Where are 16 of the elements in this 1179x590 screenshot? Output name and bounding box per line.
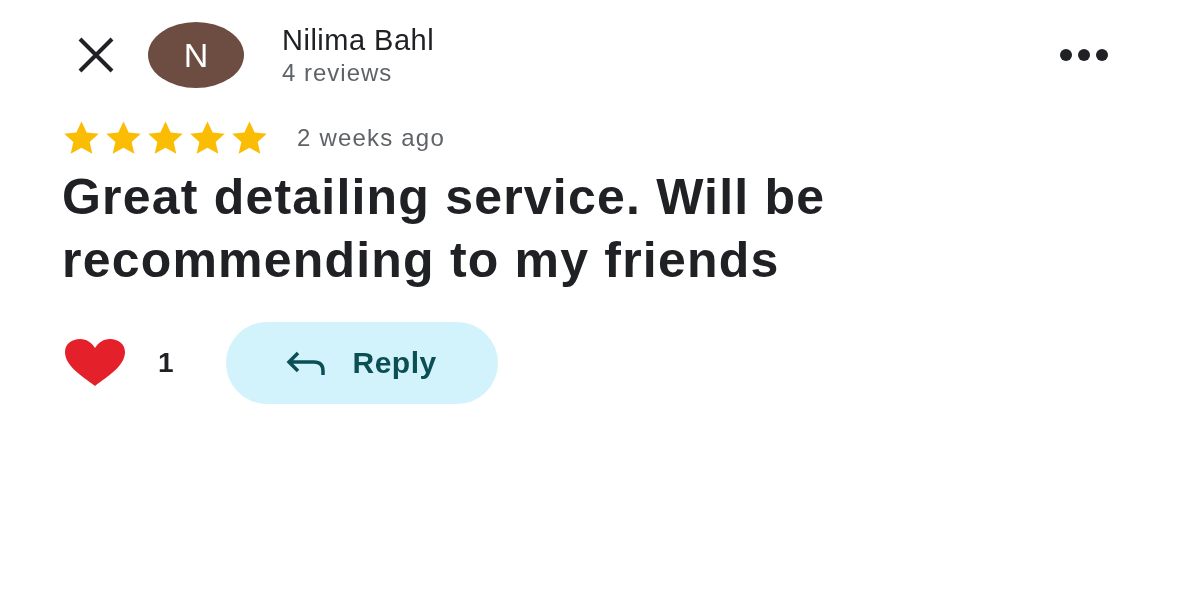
like-count: 1 [158, 347, 174, 379]
reviewer-name[interactable]: Nilima Bahl [282, 23, 435, 57]
star-icon [146, 120, 185, 156]
star-icon [230, 120, 269, 156]
reply-button[interactable]: Reply [225, 322, 498, 404]
star-icon [104, 120, 143, 156]
star-icon [62, 120, 101, 156]
reply-arrow-icon [286, 350, 327, 376]
heart-icon[interactable] [62, 338, 128, 388]
avatar: N [148, 22, 244, 88]
review-time: 2 weeks ago [297, 124, 445, 152]
star-icon [188, 120, 227, 156]
close-icon[interactable] [76, 35, 116, 75]
more-options-icon[interactable] [1059, 48, 1109, 62]
review-text: Great detailing service. Will be recommending to my friends [62, 168, 827, 290]
review-count: 4 reviews [282, 58, 394, 87]
